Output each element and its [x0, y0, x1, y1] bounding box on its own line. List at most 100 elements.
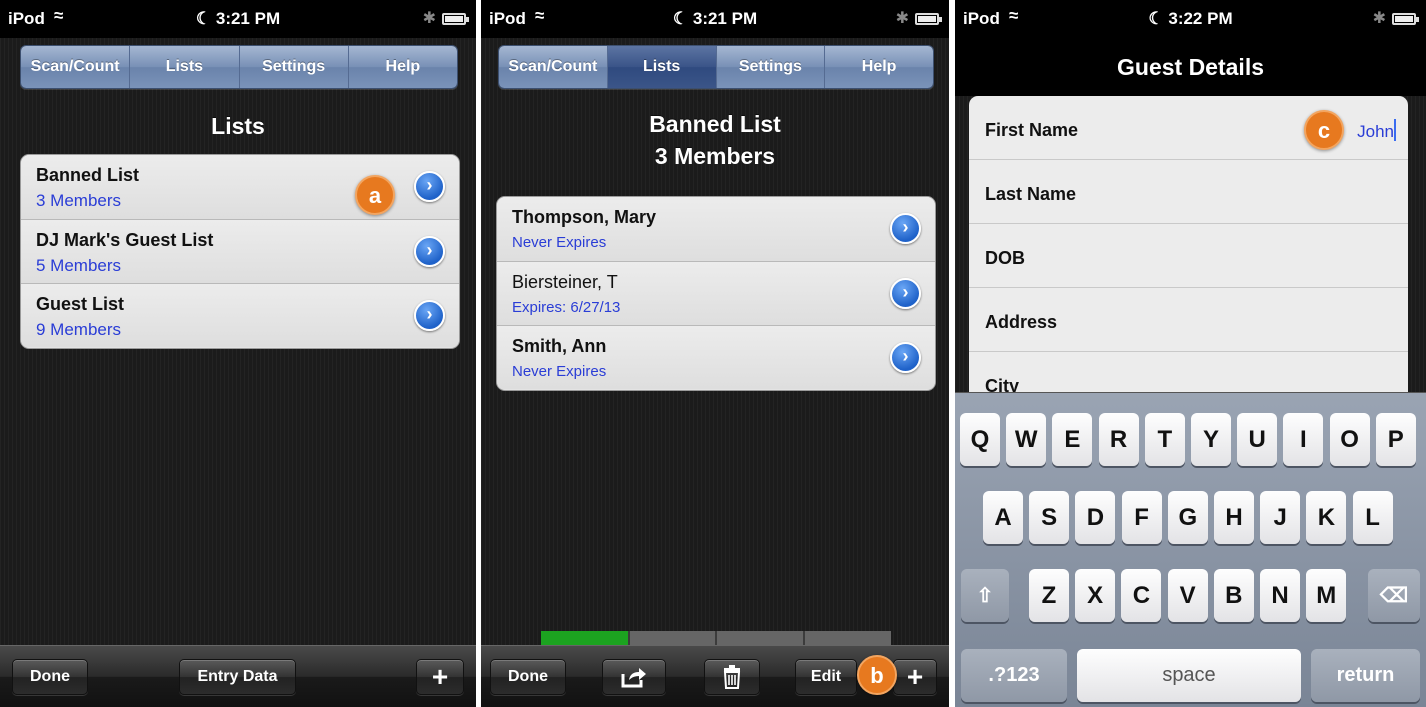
- text-cursor: [1394, 119, 1396, 141]
- return-key[interactable]: return: [1311, 649, 1420, 702]
- battery-icon: [1392, 13, 1419, 25]
- letter-key[interactable]: I: [1283, 413, 1324, 466]
- letter-key[interactable]: W: [1006, 413, 1047, 466]
- progress-fill: [541, 631, 629, 645]
- letter-key[interactable]: S: [1029, 491, 1070, 544]
- tab-scan-count[interactable]: Scan/Count: [21, 46, 130, 88]
- progress-divider: [803, 631, 805, 645]
- guest-form: First Name John Last Name DOB Address Ci…: [969, 96, 1408, 396]
- member-name: Thompson, Mary: [512, 207, 657, 227]
- member-row[interactable]: Biersteiner, T Expires: 6/27/13 ›: [497, 261, 935, 325]
- main-tab-bar: Scan/Count Lists Settings Help: [20, 45, 458, 89]
- member-row[interactable]: Smith, Ann Never Expires ›: [497, 325, 935, 389]
- share-icon[interactable]: [602, 659, 666, 695]
- member-name: Biersteiner, T: [512, 272, 618, 292]
- letter-key[interactable]: G: [1167, 491, 1208, 544]
- list-name: Guest List: [36, 294, 125, 314]
- progress-bar: [541, 631, 891, 645]
- list-item[interactable]: DJ Mark's Guest List 5 Members ›: [21, 219, 459, 283]
- tab-lists[interactable]: Lists: [606, 46, 716, 88]
- status-bar: iPod ≈ ☾ 3:21 PM ✱: [481, 0, 949, 38]
- list-item[interactable]: Guest List 9 Members ›: [21, 283, 459, 347]
- edit-button[interactable]: Edit: [795, 659, 857, 695]
- backspace-key[interactable]: ⌫: [1368, 569, 1420, 622]
- done-button[interactable]: Done: [12, 659, 88, 695]
- letter-key[interactable]: T: [1144, 413, 1185, 466]
- letter-key[interactable]: F: [1121, 491, 1162, 544]
- letter-key[interactable]: A: [983, 491, 1023, 544]
- guest-details-screen: iPod ≈ ☾ 3:22 PM ✱ Guest Details First N…: [955, 0, 1426, 707]
- member-count: 3 Members: [36, 191, 122, 210]
- bottom-toolbar: Done Entry Data +: [0, 645, 476, 707]
- bluetooth-icon: ✱: [895, 10, 909, 27]
- banned-list-screen: iPod ≈ ☾ 3:21 PM ✱ Scan/Count Lists Sett…: [481, 0, 949, 707]
- main-tab-bar: Scan/Count Lists Settings Help: [498, 45, 934, 89]
- battery-icon: [442, 13, 469, 25]
- page-title: Banned List: [649, 111, 781, 137]
- disclosure-icon[interactable]: ›: [414, 300, 445, 331]
- member-row[interactable]: Thompson, Mary Never Expires ›: [497, 197, 935, 261]
- lists-table: Banned List 3 Members › DJ Mark's Guest …: [20, 154, 460, 349]
- disclosure-icon[interactable]: ›: [414, 171, 445, 202]
- letter-key[interactable]: D: [1075, 491, 1116, 544]
- progress-divider: [628, 631, 630, 645]
- tab-help[interactable]: Help: [347, 46, 457, 88]
- field-label: Last Name: [985, 184, 1077, 204]
- numbers-key[interactable]: .?123: [961, 649, 1067, 702]
- tab-help[interactable]: Help: [824, 46, 933, 88]
- letter-key[interactable]: X: [1075, 569, 1116, 622]
- field-label: DOB: [985, 248, 1025, 268]
- letter-key[interactable]: L: [1352, 491, 1393, 544]
- letter-key[interactable]: P: [1375, 413, 1416, 466]
- clock: ☾ 3:22 PM: [1148, 9, 1233, 28]
- letter-key[interactable]: B: [1213, 569, 1254, 622]
- letter-key[interactable]: U: [1237, 413, 1278, 466]
- page-title: Lists: [211, 113, 265, 139]
- entry-data-button[interactable]: Entry Data: [179, 659, 296, 695]
- list-name: DJ Mark's Guest List: [36, 230, 214, 250]
- letter-key[interactable]: N: [1260, 569, 1300, 622]
- letter-key[interactable]: E: [1052, 413, 1093, 466]
- tab-settings[interactable]: Settings: [238, 46, 348, 88]
- tab-scan-count[interactable]: Scan/Count: [499, 46, 607, 88]
- letter-key[interactable]: C: [1121, 569, 1162, 622]
- add-button[interactable]: +: [416, 659, 464, 695]
- callout-badge-c: c: [1304, 110, 1344, 150]
- shift-key[interactable]: ⇧: [961, 569, 1009, 622]
- callout-badge-a: a: [355, 175, 395, 215]
- letter-key[interactable]: O: [1329, 413, 1370, 466]
- status-bar: iPod ≈ ☾ 3:22 PM ✱: [955, 0, 1426, 38]
- letter-key[interactable]: J: [1260, 491, 1301, 544]
- last-name-field[interactable]: Last Name: [969, 160, 1408, 224]
- disclosure-icon[interactable]: ›: [890, 213, 921, 244]
- letter-key[interactable]: K: [1306, 491, 1347, 544]
- members-table: Thompson, Mary Never Expires › Bierstein…: [496, 196, 936, 391]
- address-field[interactable]: Address: [969, 288, 1408, 352]
- letter-key[interactable]: Q: [960, 413, 1000, 466]
- letter-key[interactable]: V: [1167, 569, 1208, 622]
- tab-settings[interactable]: Settings: [715, 46, 825, 88]
- bluetooth-icon: ✱: [422, 10, 436, 27]
- letter-key[interactable]: R: [1098, 413, 1139, 466]
- list-name: Banned List: [36, 165, 140, 185]
- add-member-button[interactable]: +: [893, 659, 937, 695]
- trash-icon[interactable]: [704, 659, 760, 695]
- disclosure-icon[interactable]: ›: [414, 236, 445, 267]
- disclosure-icon[interactable]: ›: [890, 342, 921, 373]
- dob-field[interactable]: DOB: [969, 224, 1408, 288]
- disclosure-icon[interactable]: ›: [890, 278, 921, 309]
- callout-badge-b: b: [857, 655, 897, 695]
- expiry-status: Expires: 6/27/13: [512, 299, 621, 316]
- expiry-status: Never Expires: [512, 234, 607, 251]
- letter-key[interactable]: M: [1306, 569, 1347, 622]
- space-key[interactable]: space: [1077, 649, 1301, 702]
- field-label: First Name: [985, 120, 1079, 140]
- tab-lists[interactable]: Lists: [129, 46, 239, 88]
- letter-key[interactable]: H: [1214, 491, 1254, 544]
- done-button[interactable]: Done: [490, 659, 566, 695]
- letter-key[interactable]: Z: [1029, 569, 1069, 622]
- status-bar: iPod ≈ ☾ 3:21 PM ✱: [0, 0, 476, 38]
- battery-icon: [915, 13, 942, 25]
- city-field[interactable]: City: [969, 352, 1408, 396]
- letter-key[interactable]: Y: [1191, 413, 1231, 466]
